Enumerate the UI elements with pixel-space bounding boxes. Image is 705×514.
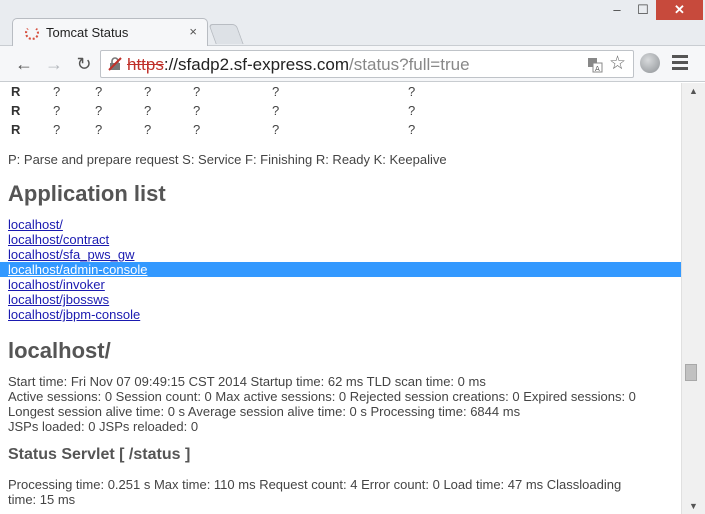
worker-cell: ?	[144, 103, 152, 118]
worker-cell: ?	[95, 84, 103, 99]
app-link-sfa-pws-gw[interactable]: localhost/sfa_pws_gw	[8, 247, 134, 262]
worker-cell: ?	[53, 84, 61, 99]
worker-legend: P: Parse and prepare request S: Service …	[8, 152, 447, 167]
host-info-line: Active sessions: 0 Session count: 0 Max …	[8, 389, 636, 404]
scroll-up-arrow-icon[interactable]: ▲	[682, 83, 705, 99]
extension-globe-icon[interactable]	[640, 53, 660, 73]
url-host: ://sfadp2.sf-express.com	[163, 55, 350, 74]
worker-cell: ?	[95, 122, 103, 137]
worker-cell: ?	[193, 122, 201, 137]
tab-tomcat-status[interactable]: Tomcat Status ×	[12, 18, 208, 46]
address-bar[interactable]: https://sfadp2.sf-express.com/status?ful…	[100, 50, 634, 78]
loading-spinner-icon	[25, 26, 39, 40]
forward-icon[interactable]: →	[42, 52, 66, 76]
url-text[interactable]: https://sfadp2.sf-express.com/status?ful…	[127, 55, 470, 75]
worker-stage: R	[11, 103, 21, 118]
worker-cell: ?	[272, 103, 280, 118]
worker-cell: ?	[408, 122, 416, 137]
worker-cell: ?	[408, 84, 416, 99]
worker-cell: ?	[144, 122, 152, 137]
worker-cell: ?	[272, 122, 280, 137]
broken-lock-icon[interactable]	[108, 57, 122, 71]
worker-cell: ?	[272, 84, 280, 99]
status-servlet-heading: Status Servlet [ /status ]	[8, 446, 191, 463]
back-icon[interactable]: ←	[12, 52, 36, 76]
app-link-admin-console[interactable]: localhost/admin-console	[0, 262, 681, 277]
scrollbar-thumb[interactable]	[685, 364, 697, 381]
title-bar: Tomcat Status × – ☐ ✕	[0, 0, 705, 46]
browser-toolbar: ← → ↻ https://sfadp2.sf-express.com/stat…	[0, 46, 705, 82]
bookmark-star-icon[interactable]: ☆	[609, 52, 626, 75]
url-path: /status?full=true	[349, 55, 470, 74]
app-link-invoker[interactable]: localhost/invoker	[8, 277, 105, 292]
new-tab-button[interactable]	[208, 24, 244, 44]
vertical-scrollbar[interactable]: ▲ ▼	[681, 83, 705, 514]
worker-cell: ?	[95, 103, 103, 118]
worker-cell: ?	[53, 103, 61, 118]
chrome-menu-icon[interactable]	[672, 55, 688, 71]
host-info-line: Longest session alive time: 0 s Average …	[8, 404, 521, 419]
maximize-button[interactable]: ☐	[630, 0, 656, 20]
app-link-jbossws[interactable]: localhost/jbossws	[8, 292, 109, 307]
url-scheme: https	[127, 55, 164, 74]
page-content: R ? ? ? ? ? ? R ? ? ? ? ? ? R ? ? ? ? ? …	[0, 83, 681, 514]
servlet-info-line: time: 15 ms	[8, 492, 76, 507]
worker-cell: ?	[53, 122, 61, 137]
translate-icon[interactable]: A	[587, 57, 603, 73]
worker-stage: R	[11, 84, 21, 99]
app-link-contract[interactable]: localhost/contract	[8, 232, 109, 247]
svg-text:A: A	[595, 65, 600, 73]
tab-title: Tomcat Status	[46, 25, 129, 40]
worker-cell: ?	[408, 103, 416, 118]
worker-cell: ?	[144, 84, 152, 99]
app-link-root[interactable]: localhost/	[8, 217, 63, 232]
minimize-button[interactable]: –	[604, 0, 630, 20]
close-window-button[interactable]: ✕	[656, 0, 703, 20]
tab-close-icon[interactable]: ×	[189, 24, 197, 39]
host-heading: localhost/	[8, 338, 111, 363]
reload-icon[interactable]: ↻	[72, 52, 96, 76]
app-link-jbpm-console[interactable]: localhost/jbpm-console	[8, 307, 140, 322]
servlet-info-line: Processing time: 0.251 s Max time: 110 m…	[8, 477, 622, 492]
host-info-line: JSPs loaded: 0 JSPs reloaded: 0	[8, 419, 199, 434]
worker-stage: R	[11, 122, 21, 137]
worker-cell: ?	[193, 84, 201, 99]
worker-cell: ?	[193, 103, 201, 118]
scroll-down-arrow-icon[interactable]: ▼	[682, 498, 705, 514]
application-list-heading: Application list	[8, 181, 166, 206]
host-info-line: Start time: Fri Nov 07 09:49:15 CST 2014…	[8, 374, 486, 389]
